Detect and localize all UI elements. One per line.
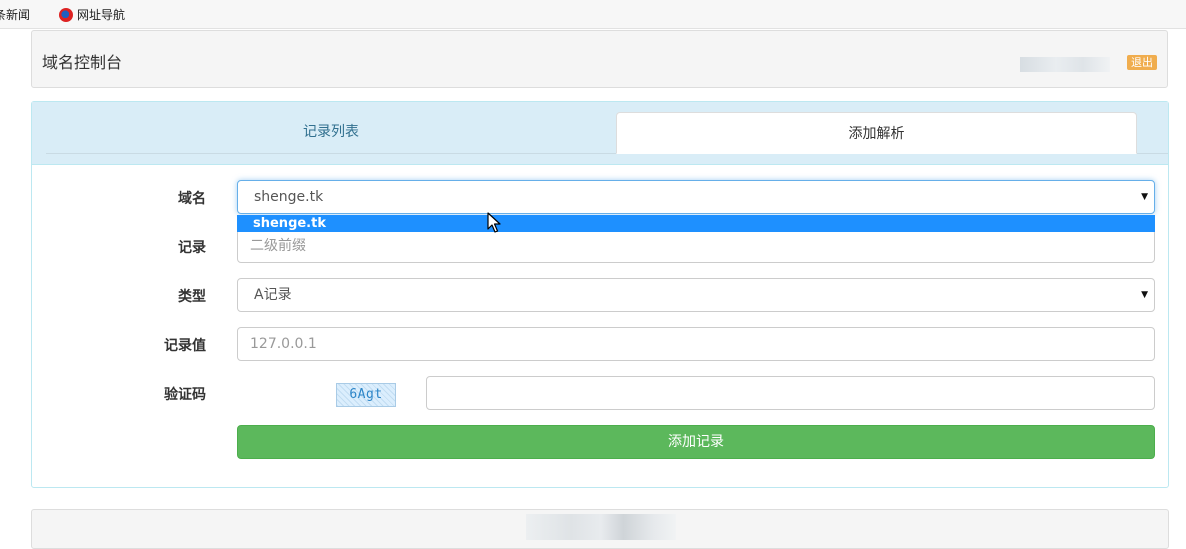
type-label: 类型 <box>178 289 206 305</box>
main-panel: 记录列表 添加解析 域名 shenge.tk ▼ 记录 二级前缀 shenge.… <box>31 101 1169 488</box>
captcha-image[interactable]: 6Agt <box>336 383 396 407</box>
site-favicon-icon <box>59 7 73 22</box>
mouse-cursor-icon <box>487 212 501 233</box>
bookmark-news[interactable]: 条新闻 <box>0 6 30 23</box>
username-blurred <box>1020 57 1110 72</box>
captcha-label: 验证码 <box>164 387 206 403</box>
value-placeholder: 127.0.0.1 <box>250 336 317 352</box>
type-select[interactable]: A记录 ▼ <box>237 278 1155 312</box>
footer-panel <box>31 509 1169 549</box>
record-input[interactable]: 二级前缀 <box>237 229 1155 263</box>
type-select-value: A记录 <box>254 287 292 303</box>
logout-button[interactable]: 退出 <box>1127 55 1157 70</box>
dropdown-arrow-icon: ▼ <box>1141 192 1148 202</box>
header-panel: 域名控制台 退出 <box>31 30 1168 88</box>
value-label: 记录值 <box>164 338 206 354</box>
tabs-bar: 记录列表 添加解析 <box>32 102 1168 165</box>
record-label: 记录 <box>178 240 206 256</box>
footer-text-blurred <box>526 514 676 540</box>
tab-record-list[interactable]: 记录列表 <box>46 112 616 153</box>
tab-add-record[interactable]: 添加解析 <box>616 112 1137 154</box>
domain-select[interactable]: shenge.tk ▼ <box>237 180 1155 214</box>
record-placeholder: 二级前缀 <box>250 238 306 254</box>
domain-label: 域名 <box>178 191 206 207</box>
bookmark-news-label: 条新闻 <box>0 8 31 22</box>
add-record-button[interactable]: 添加记录 <box>237 425 1155 459</box>
bookmark-nav-label: 网址导航 <box>77 8 126 22</box>
bookmark-nav[interactable]: 网址导航 <box>59 6 125 23</box>
page-title: 域名控制台 <box>42 53 123 72</box>
domain-option-highlighted[interactable]: shenge.tk <box>237 215 1155 232</box>
bookmarks-bar: 条新闻 网址导航 <box>0 0 1186 29</box>
value-input[interactable]: 127.0.0.1 <box>237 327 1155 361</box>
dropdown-arrow-icon: ▼ <box>1141 290 1148 300</box>
domain-select-value: shenge.tk <box>254 189 324 205</box>
captcha-input[interactable] <box>426 376 1155 410</box>
